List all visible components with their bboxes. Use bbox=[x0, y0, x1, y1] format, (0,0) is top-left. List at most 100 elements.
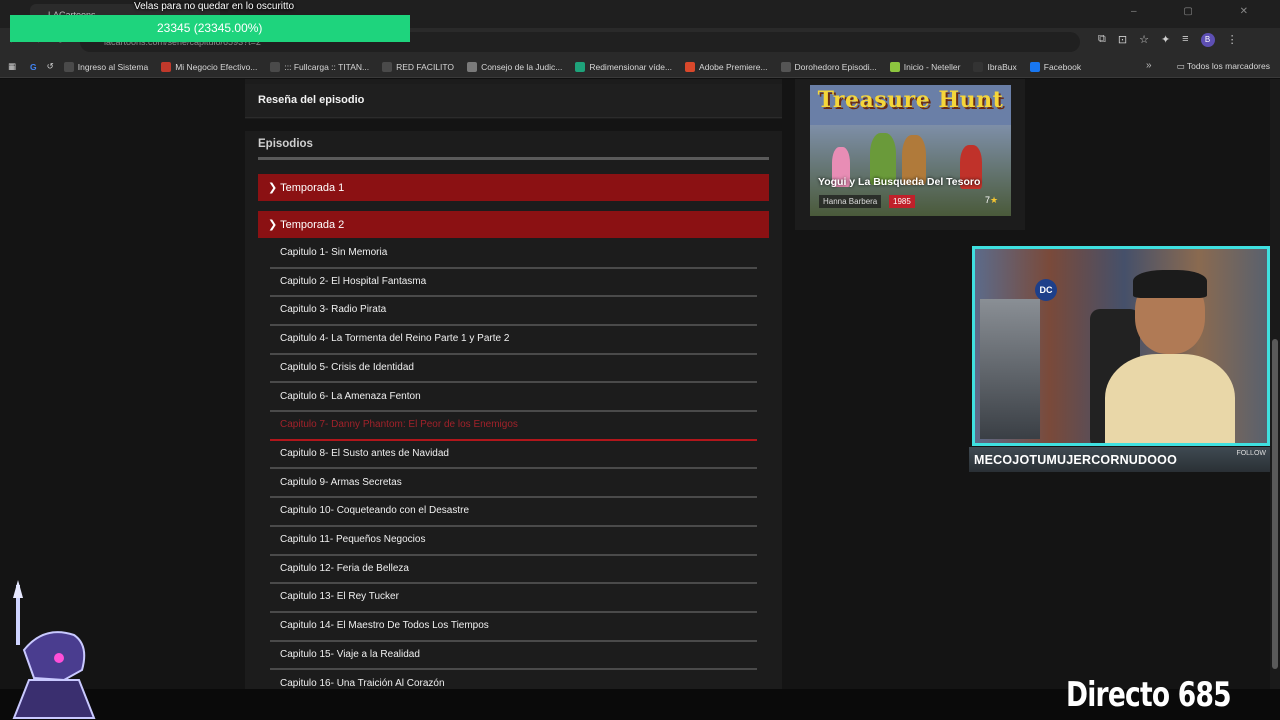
bookmark-label: Consejo de la Judic... bbox=[481, 61, 563, 72]
episode-item[interactable]: Capitulo 15- Viaje a la Realidad bbox=[270, 642, 757, 671]
star-icon: ★ bbox=[990, 195, 999, 205]
bookmark-favicon-icon bbox=[685, 61, 696, 72]
studio-badge: Hanna Barbera bbox=[819, 195, 882, 208]
stream-number-label: Directo 685 bbox=[1066, 675, 1232, 715]
streamer-body bbox=[1105, 354, 1235, 443]
mascot-character bbox=[12, 580, 96, 719]
history-icon[interactable]: ↺ bbox=[47, 61, 54, 72]
bookmark-favicon-icon bbox=[780, 61, 791, 72]
mascot-spear-tip bbox=[13, 580, 23, 598]
bookmark-item[interactable]: ::: Fullcarga :: TITAN... bbox=[270, 61, 370, 72]
all-bookmarks-label: Todos los marcadores bbox=[1186, 61, 1270, 71]
dc-logo: DC bbox=[1035, 279, 1057, 301]
pip-icon[interactable]: ⊡ bbox=[1118, 33, 1127, 47]
bookmark-label: Redimensionar víde... bbox=[589, 61, 673, 72]
episode-item[interactable]: Capitulo 1- Sin Memoria bbox=[270, 240, 757, 269]
bookmark-item[interactable]: Consejo de la Judic... bbox=[467, 61, 563, 72]
season-2-toggle[interactable]: ❯ Temporada 2 bbox=[258, 211, 769, 238]
bookmark-favicon-icon bbox=[889, 61, 900, 72]
bookmark-item[interactable]: Mi Negocio Efectivo... bbox=[161, 61, 258, 72]
profile-avatar[interactable]: B bbox=[1200, 33, 1215, 47]
episode-item[interactable]: Capitulo 11- Pequeños Negocios bbox=[270, 527, 757, 556]
series-card[interactable]: Treasure Hunt Yogui y La Busqueda Del Te… bbox=[810, 85, 1011, 216]
bookmark-label: ::: Fullcarga :: TITAN... bbox=[284, 61, 370, 72]
episode-item-active[interactable]: Capitulo 7- Danny Phantom: El Peor de lo… bbox=[270, 412, 757, 441]
bookmark-label: Inicio - Neteller bbox=[903, 61, 961, 72]
bookmark-item[interactable]: Redimensionar víde... bbox=[575, 61, 673, 72]
episode-item[interactable]: Capitulo 12- Feria de Belleza bbox=[270, 556, 757, 585]
bookmark-label: Dorohedoro Episodi... bbox=[794, 61, 877, 72]
page-scrollbar[interactable] bbox=[1270, 79, 1280, 689]
webcam-overlay: DC bbox=[972, 246, 1270, 446]
donation-progress-text: 23345 (23345.00%) bbox=[157, 21, 263, 35]
bookmark-item[interactable]: Ingreso al Sistema bbox=[63, 61, 148, 72]
season-1-toggle[interactable]: ❯ Temporada 1 bbox=[258, 174, 769, 201]
cast-icon[interactable]: ⧉ bbox=[1098, 33, 1106, 47]
bookmark-label: RED FACILITO bbox=[396, 61, 455, 72]
streamer-figure bbox=[1105, 270, 1235, 443]
bookmark-item[interactable]: RED FACILITO bbox=[382, 61, 455, 72]
streamer-namebar: MECOJOTUMUJERCORNUDOOO FOLLOW bbox=[969, 447, 1270, 472]
bookmarks-bar: ▦ G ↺ Ingreso al Sistema Mi Negocio Efect… bbox=[0, 56, 1280, 78]
episode-review-header[interactable]: Reseña del episodio bbox=[245, 84, 782, 118]
streamer-name: MECOJOTUMUJERCORNUDOOO bbox=[974, 453, 1178, 467]
media-icon[interactable]: ≡ bbox=[1182, 33, 1188, 47]
chevron-right-icon: ❯ bbox=[268, 182, 281, 194]
donation-goal-bar: 23345 (23345.00%) bbox=[10, 15, 410, 42]
streamer-hair bbox=[1133, 270, 1207, 298]
episode-item[interactable]: Capitulo 3- Radio Pirata bbox=[270, 297, 757, 326]
episode-item[interactable]: Capitulo 9- Armas Secretas bbox=[270, 470, 757, 499]
bookmark-label: Adobe Premiere... bbox=[699, 61, 768, 72]
bookmark-favicon-icon bbox=[1029, 61, 1040, 72]
episode-item[interactable]: Capitulo 13- El Rey Tucker bbox=[270, 584, 757, 613]
season-2-label: Temporada 2 bbox=[280, 219, 345, 231]
review-label: Reseña del episodio bbox=[258, 94, 365, 106]
season-1-label: Temporada 1 bbox=[280, 182, 345, 194]
menu-icon[interactable]: ⋮ bbox=[1227, 33, 1238, 47]
rating: 7★ bbox=[985, 195, 998, 206]
episode-item[interactable]: Capitulo 6- La Amenaza Fenton bbox=[270, 384, 757, 413]
episode-item[interactable]: Capitulo 10- Coqueteando con el Desastre bbox=[270, 498, 757, 527]
apps-icon[interactable]: ▦ bbox=[8, 61, 16, 72]
window-controls[interactable]: – ▢ ✕ bbox=[1131, 6, 1270, 17]
extensions-icon[interactable]: ✦ bbox=[1161, 33, 1170, 47]
bookmark-item[interactable]: IbraBux bbox=[973, 61, 1017, 72]
episode-item[interactable]: Capitulo 2- El Hospital Fantasma bbox=[270, 269, 757, 298]
scroll-thumb[interactable] bbox=[1272, 339, 1278, 669]
donation-goal-title: Velas para no quedar en lo oscuritto bbox=[134, 1, 295, 12]
year-badge: 1985 bbox=[889, 195, 915, 208]
mascot-eye bbox=[54, 653, 64, 663]
series-title: Yogui y La Busqueda Del Tesoro bbox=[818, 176, 981, 188]
more-bookmarks-icon[interactable]: » bbox=[1146, 60, 1152, 71]
bookmark-item[interactable]: Facebook bbox=[1029, 61, 1082, 72]
section-gap bbox=[245, 119, 782, 131]
bookmark-label: Mi Negocio Efectivo... bbox=[175, 61, 258, 72]
poster-title: Treasure Hunt bbox=[817, 87, 1004, 113]
episode-item[interactable]: Capitulo 5- Crisis de Identidad bbox=[270, 355, 757, 384]
bookmark-label: Facebook bbox=[1043, 61, 1082, 72]
bookmark-item[interactable]: Adobe Premiere... bbox=[685, 61, 768, 72]
episode-item[interactable]: Capitulo 4- La Tormenta del Reino Parte … bbox=[270, 326, 757, 355]
bookmark-favicon-icon bbox=[973, 61, 984, 72]
mascot-head bbox=[22, 631, 86, 682]
episode-item[interactable]: Capitulo 8- El Susto antes de Navidad bbox=[270, 441, 757, 470]
bookmark-favicon-icon bbox=[63, 61, 74, 72]
all-bookmarks[interactable]: ▭ Todos los marcadores bbox=[1177, 61, 1270, 72]
google-icon[interactable]: G bbox=[30, 62, 37, 72]
bookmark-favicon-icon bbox=[382, 61, 393, 72]
bookmark-item[interactable]: Dorohedoro Episodi... bbox=[780, 61, 877, 72]
star-icon[interactable]: ☆ bbox=[1139, 33, 1149, 47]
bookmark-item[interactable]: Inicio - Neteller bbox=[889, 61, 961, 72]
bookmark-favicon-icon bbox=[270, 61, 281, 72]
follow-label: FOLLOW bbox=[1236, 450, 1266, 457]
bookmark-favicon-icon bbox=[467, 61, 478, 72]
webcam-poster-figure bbox=[980, 299, 1040, 439]
bookmark-favicon-icon bbox=[575, 61, 586, 72]
bookmark-favicon-icon bbox=[161, 61, 172, 72]
episodes-heading: Episodios bbox=[258, 138, 313, 150]
mascot-body bbox=[12, 679, 96, 719]
episode-item[interactable]: Capitulo 14- El Maestro De Todos Los Tie… bbox=[270, 613, 757, 642]
divider bbox=[258, 157, 769, 160]
chevron-down-icon: ❯ bbox=[268, 219, 281, 231]
bookmark-label: IbraBux bbox=[987, 61, 1017, 72]
